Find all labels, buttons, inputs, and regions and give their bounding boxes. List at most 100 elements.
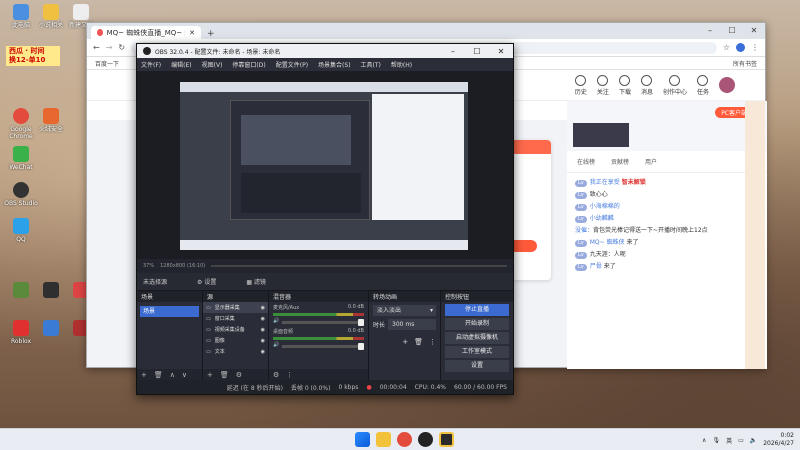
studio-mode-button[interactable]: 工作室模式 xyxy=(445,346,509,358)
obs-close-icon[interactable]: ✕ xyxy=(489,47,513,56)
desktop-icon-obs[interactable]: OBS Studio xyxy=(4,182,38,207)
browser-tab[interactable]: MQ~ 蜘蛛侠直播_MQ~ 蜘蛛侠 ✕ xyxy=(91,26,201,39)
close-tab-icon[interactable]: ✕ xyxy=(189,29,195,37)
image-icon: ▭ xyxy=(206,337,211,344)
transition-select[interactable]: 淡入淡出 ▾ xyxy=(373,305,436,316)
window-icon: ▭ xyxy=(206,315,211,322)
menu-icon[interactable]: ⋮ xyxy=(751,43,759,52)
desktop-icon-roblox-studio[interactable] xyxy=(34,320,68,338)
file-explorer-icon[interactable] xyxy=(376,432,391,447)
duration-input[interactable]: 300 ms xyxy=(388,319,436,330)
desktop-icon-wechat[interactable]: WeChat xyxy=(4,146,38,171)
source-filters-button[interactable]: ▦ 滤镜 xyxy=(246,277,266,286)
desktop-icon-app2[interactable] xyxy=(4,282,38,300)
menu-help[interactable]: 帮助(H) xyxy=(391,60,412,69)
menu-scene-collection[interactable]: 场景集合(S) xyxy=(318,60,351,69)
new-tab-button[interactable]: + xyxy=(207,29,215,39)
speaker-icon[interactable]: 🔊 xyxy=(273,342,279,348)
tab-contribution[interactable]: 贡献榜 xyxy=(611,157,629,166)
mixer-more-icon[interactable]: ⋮ xyxy=(286,371,293,379)
settings-button[interactable]: 设置 xyxy=(445,360,509,372)
menu-view[interactable]: 视图(V) xyxy=(202,60,223,69)
language-indicator[interactable]: 英 xyxy=(726,436,732,445)
source-props-icon[interactable]: ⚙ xyxy=(236,371,242,379)
tab-users[interactable]: 用户 xyxy=(645,157,657,166)
download-icon xyxy=(619,74,631,86)
nav-creator[interactable]: 创作中心 xyxy=(663,74,687,96)
eye-icon[interactable]: ◉ xyxy=(261,316,265,322)
star-icon[interactable]: ☆ xyxy=(723,43,730,52)
eye-icon[interactable]: ◉ xyxy=(261,349,265,355)
preview-recursive-capture xyxy=(180,82,468,250)
tab-online[interactable]: 在线榜 xyxy=(577,157,595,166)
nav-follow[interactable]: 关注 xyxy=(597,74,609,96)
source-item[interactable]: ▭ 显示器采集 ◉ xyxy=(203,302,268,313)
desktop-icon-qq[interactable]: QQ xyxy=(4,218,38,243)
chrome-icon[interactable] xyxy=(397,432,412,447)
nav-history[interactable]: 历史 xyxy=(575,74,587,96)
desktop-icon-app3[interactable] xyxy=(34,282,68,300)
eye-icon[interactable]: ◉ xyxy=(261,305,265,311)
source-settings-button[interactable]: ⚙ 设置 xyxy=(197,277,216,286)
eye-icon[interactable]: ◉ xyxy=(261,327,265,333)
back-icon[interactable]: ← xyxy=(93,43,100,52)
menu-docks[interactable]: 停靠窗口(D) xyxy=(232,60,265,69)
desktop-icon-folder[interactable]: 小说相关 xyxy=(34,4,68,29)
volume-slider[interactable] xyxy=(282,343,364,350)
scene-up-icon[interactable]: ∧ xyxy=(170,371,175,379)
volume-icon[interactable]: 🔈 xyxy=(750,437,757,444)
source-item[interactable]: ▭ 窗口采集 ◉ xyxy=(203,313,268,324)
add-transition-icon[interactable]: + xyxy=(402,338,408,346)
forward-icon[interactable]: → xyxy=(106,43,113,52)
nav-task[interactable]: 任务 xyxy=(697,74,709,96)
mixer-settings-icon[interactable]: ⚙ xyxy=(273,371,279,379)
obs-maximize-icon[interactable]: ☐ xyxy=(465,47,489,56)
scene-item[interactable]: 场景 xyxy=(140,306,199,317)
transition-more-icon[interactable]: ⋮ xyxy=(429,338,436,346)
menu-edit[interactable]: 编辑(E) xyxy=(171,60,191,69)
speaker-icon[interactable]: 🔊 xyxy=(273,318,279,324)
clock[interactable]: 0:02 2026/4/27 xyxy=(763,432,794,448)
remove-scene-icon[interactable]: 🗑 xyxy=(154,371,163,379)
eye-icon[interactable]: ◉ xyxy=(261,338,265,344)
avatar[interactable] xyxy=(719,77,735,93)
desktop-icon-chrome[interactable]: Google Chrome xyxy=(4,108,38,140)
volume-slider[interactable] xyxy=(282,319,364,326)
profile-icon[interactable] xyxy=(736,43,745,52)
reload-icon[interactable]: ↻ xyxy=(118,43,125,52)
all-bookmarks[interactable]: 所有书签 xyxy=(733,59,757,68)
add-scene-icon[interactable]: + xyxy=(141,371,147,379)
desktop-icon-huorong[interactable]: 火绒安全 xyxy=(34,108,68,133)
nav-message[interactable]: 消息 xyxy=(641,74,653,96)
minimize-icon[interactable]: – xyxy=(699,23,721,39)
preview-scrollbar[interactable] xyxy=(211,265,507,267)
obs-icon[interactable] xyxy=(418,432,433,447)
menu-file[interactable]: 文件(F) xyxy=(141,60,161,69)
close-icon[interactable]: ✕ xyxy=(743,23,765,39)
obs-minimize-icon[interactable]: – xyxy=(441,47,465,56)
menu-profile[interactable]: 配置文件(P) xyxy=(276,60,308,69)
bookmark-baidu[interactable]: 百度一下 xyxy=(95,59,119,68)
tray-chevron-icon[interactable]: ∧ xyxy=(702,437,706,444)
source-item[interactable]: ▭ 文本 ◉ xyxy=(203,346,268,357)
scene-down-icon[interactable]: ∨ xyxy=(182,371,187,379)
source-item[interactable]: ▭ 视频采集设备 ◉ xyxy=(203,324,268,335)
nav-download[interactable]: 下载 xyxy=(619,74,631,96)
start-virtual-camera-button[interactable]: 启动虚拟摄像机 xyxy=(445,332,509,344)
maximize-icon[interactable]: ☐ xyxy=(721,23,743,39)
start-recording-button[interactable]: 开始录制 xyxy=(445,318,509,330)
mic-icon[interactable]: 🎙 xyxy=(712,437,720,444)
start-icon[interactable] xyxy=(355,432,370,447)
desktop-icon-this-pc[interactable]: 此电脑 xyxy=(4,4,38,29)
desktop-icon-roblox[interactable]: Roblox xyxy=(4,320,38,345)
obs-preview[interactable] xyxy=(137,71,513,259)
menu-tools[interactable]: 工具(T) xyxy=(361,60,381,69)
remove-transition-icon[interactable]: 🗑 xyxy=(414,338,423,346)
obs-titlebar: OBS 32.0.4 - 配置文件: 未命名 - 场景: 未命名 – ☐ ✕ xyxy=(137,44,513,58)
stop-stream-button[interactable]: 停止直播 xyxy=(445,304,509,316)
app-icon[interactable] xyxy=(439,432,454,447)
source-item[interactable]: ▭ 图像 ◉ xyxy=(203,335,268,346)
add-source-icon[interactable]: + xyxy=(207,371,213,379)
network-icon[interactable]: ▭ xyxy=(738,437,744,444)
remove-source-icon[interactable]: 🗑 xyxy=(220,371,229,379)
